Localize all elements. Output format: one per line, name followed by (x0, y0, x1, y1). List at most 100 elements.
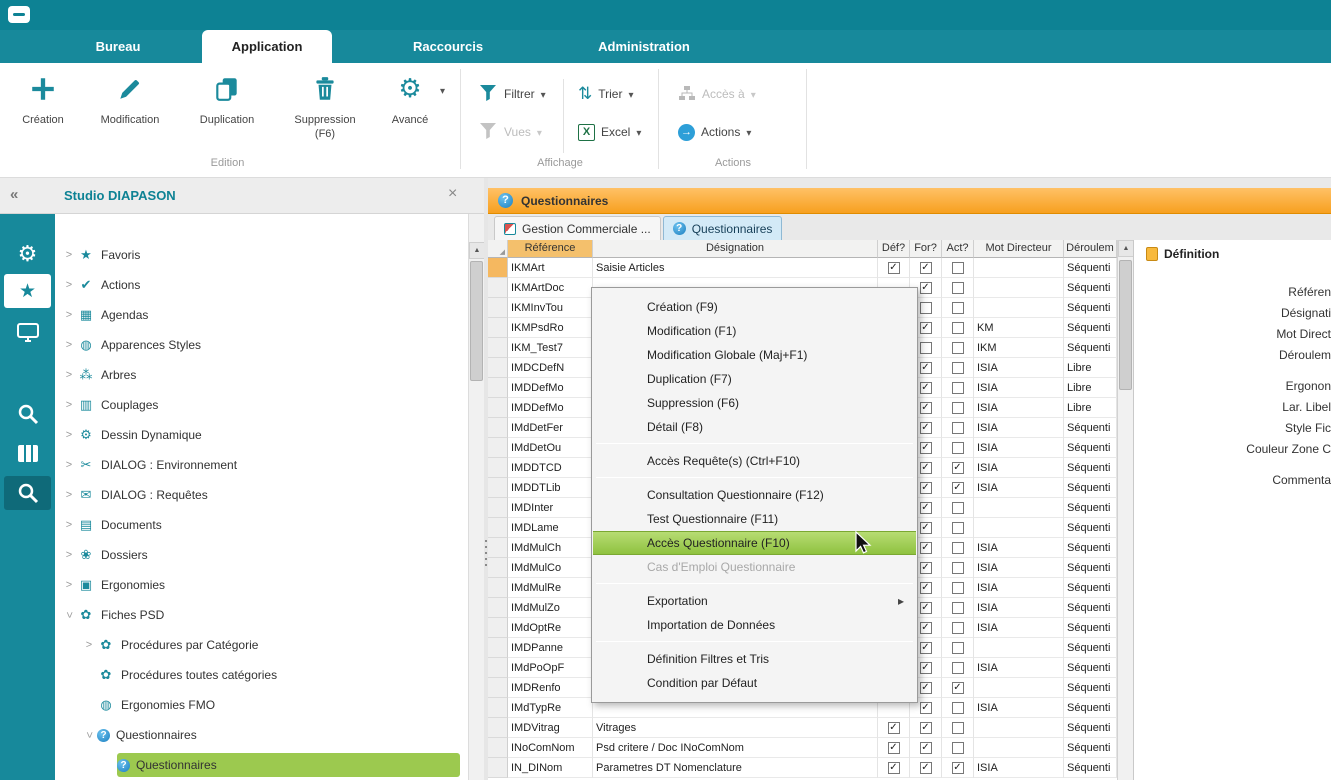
checkbox-unchecked[interactable] (952, 622, 964, 634)
columns-icon[interactable] (0, 436, 55, 472)
checkbox-checked[interactable]: ✓ (920, 742, 932, 754)
context-menu-item-d-tail-f8[interactable]: Détail (F8) (593, 415, 916, 439)
checkbox-unchecked[interactable] (952, 262, 964, 274)
checkbox-checked[interactable]: ✓ (920, 662, 932, 674)
checkbox-unchecked[interactable] (952, 522, 964, 534)
row-selector[interactable] (488, 578, 508, 598)
checkbox-unchecked[interactable] (952, 382, 964, 394)
checkbox-checked[interactable]: ✓ (920, 602, 932, 614)
tree-item-dialog-requ-tes[interactable]: >✉DIALOG : Requêtes (55, 480, 468, 510)
checkbox-checked[interactable]: ✓ (920, 642, 932, 654)
search-plus-icon[interactable] (4, 476, 51, 510)
tab-questionnaires[interactable]: ? Questionnaires (663, 216, 783, 240)
column-header-r-f-rence[interactable]: Référence (508, 240, 593, 258)
checkbox-checked[interactable]: ✓ (888, 742, 900, 754)
context-menu-item-acc-s-requ-te-s-ctrl-f10[interactable]: Accès Requête(s) (Ctrl+F10) (593, 449, 916, 473)
expand-arrow-icon[interactable]: > (81, 639, 97, 651)
row-selector[interactable] (488, 258, 508, 278)
row-selector[interactable] (488, 498, 508, 518)
checkbox-unchecked[interactable] (952, 362, 964, 374)
row-selector[interactable] (488, 418, 508, 438)
trier-button[interactable]: ⇅ Trier (578, 81, 634, 107)
checkbox-checked[interactable]: ✓ (920, 582, 932, 594)
checkbox-checked[interactable]: ✓ (920, 522, 932, 534)
row-selector[interactable] (488, 358, 508, 378)
table-row-in-dinom[interactable]: IN_DINomParametres DT Nomenclature✓✓✓ISI… (488, 758, 1133, 778)
collapse-sidebar-button[interactable]: « (10, 186, 18, 203)
checkbox-checked[interactable]: ✓ (952, 682, 964, 694)
tree-item-proc-dures-toutes-cat-gories[interactable]: ✿Procédures toutes catégories (55, 660, 468, 690)
checkbox-checked[interactable]: ✓ (888, 762, 900, 774)
scroll-up-icon[interactable]: ▲ (1118, 240, 1134, 257)
row-selector[interactable] (488, 518, 508, 538)
expand-arrow-icon[interactable]: > (61, 309, 77, 321)
star-icon[interactable]: ★ (4, 274, 51, 308)
tree-item-dossiers[interactable]: >❀Dossiers (55, 540, 468, 570)
tree-item-dessin-dynamique[interactable]: >⚙Dessin Dynamique (55, 420, 468, 450)
modification-button[interactable]: Modification (84, 69, 176, 127)
checkbox-checked[interactable]: ✓ (920, 622, 932, 634)
tree-item-actions[interactable]: >✔Actions (55, 270, 468, 300)
row-selector[interactable] (488, 618, 508, 638)
checkbox-unchecked[interactable] (952, 702, 964, 714)
checkbox-unchecked[interactable] (952, 742, 964, 754)
expand-arrow-icon[interactable]: > (83, 727, 95, 743)
checkbox-checked[interactable]: ✓ (920, 702, 932, 714)
tree-item-documents[interactable]: >▤Documents (55, 510, 468, 540)
row-selector[interactable] (488, 538, 508, 558)
context-menu-item-duplication-f7[interactable]: Duplication (F7) (593, 367, 916, 391)
avance-caret-icon[interactable] (440, 81, 445, 99)
tab-bureau[interactable]: Bureau (58, 30, 178, 63)
expand-arrow-icon[interactable]: > (61, 339, 77, 351)
tree-item-apparences-styles[interactable]: >◍Apparences Styles (55, 330, 468, 360)
context-menu-item-exportation[interactable]: Exportation (593, 589, 916, 613)
checkbox-unchecked[interactable] (952, 422, 964, 434)
checkbox-checked[interactable]: ✓ (888, 722, 900, 734)
tree-item-proc-dures-par-cat-gorie[interactable]: >✿Procédures par Catégorie (55, 630, 468, 660)
tree-item-ergonomies-fmo[interactable]: ◍Ergonomies FMO (55, 690, 468, 720)
actions-button[interactable]: → Actions (678, 119, 751, 145)
tree-item-agendas[interactable]: >▦Agendas (55, 300, 468, 330)
checkbox-unchecked[interactable] (952, 282, 964, 294)
checkbox-checked[interactable]: ✓ (920, 502, 932, 514)
tree-item-fiches-psd[interactable]: >✿Fiches PSD (55, 600, 468, 630)
checkbox-checked[interactable]: ✓ (920, 402, 932, 414)
suppression-button[interactable]: Suppression (F6) (280, 69, 370, 141)
expand-arrow-icon[interactable]: > (61, 459, 77, 471)
expand-arrow-icon[interactable]: > (63, 607, 75, 623)
checkbox-checked[interactable]: ✓ (920, 462, 932, 474)
checkbox-checked[interactable]: ✓ (920, 722, 932, 734)
row-selector[interactable] (488, 398, 508, 418)
context-menu-item-acc-s-questionnaire-f10[interactable]: Accès Questionnaire (F10) (593, 531, 916, 555)
checkbox-checked[interactable]: ✓ (920, 422, 932, 434)
row-selector[interactable] (488, 458, 508, 478)
row-selector[interactable] (488, 318, 508, 338)
checkbox-unchecked[interactable] (952, 662, 964, 674)
table-row-ikmart[interactable]: IKMArtSaisie Articles✓✓Séquenti (488, 258, 1133, 278)
scroll-up-icon[interactable]: ▲ (469, 242, 485, 259)
search-icon[interactable] (0, 396, 55, 432)
checkbox-checked[interactable]: ✓ (952, 482, 964, 494)
checkbox-unchecked[interactable] (952, 502, 964, 514)
checkbox-checked[interactable]: ✓ (920, 762, 932, 774)
checkbox-checked[interactable]: ✓ (920, 262, 932, 274)
checkbox-checked[interactable]: ✓ (920, 382, 932, 394)
checkbox-unchecked[interactable] (952, 602, 964, 614)
creation-button[interactable]: Création (10, 69, 76, 127)
context-menu-item-importation-de-donn-es[interactable]: Importation de Données (593, 613, 916, 637)
checkbox-checked[interactable]: ✓ (888, 262, 900, 274)
avance-button[interactable]: ⚙ Avancé (382, 69, 438, 127)
table-row-imdvitrag[interactable]: IMDVitragVitrages✓✓Séquenti (488, 718, 1133, 738)
row-selector[interactable] (488, 438, 508, 458)
column-header-mot-directeur[interactable]: Mot Directeur (974, 240, 1064, 258)
context-menu-item-modification-globale-maj-f1[interactable]: Modification Globale (Maj+F1) (593, 343, 916, 367)
checkbox-unchecked[interactable] (952, 562, 964, 574)
checkbox-checked[interactable]: ✓ (920, 562, 932, 574)
row-selector[interactable] (488, 338, 508, 358)
tree-scrollbar[interactable]: ▲ (468, 214, 484, 780)
context-menu-item-modification-f1[interactable]: Modification (F1) (593, 319, 916, 343)
checkbox-checked[interactable]: ✓ (920, 322, 932, 334)
expand-arrow-icon[interactable]: > (61, 369, 77, 381)
expand-arrow-icon[interactable]: > (61, 519, 77, 531)
tab-raccourcis[interactable]: Raccourcis (388, 30, 508, 63)
